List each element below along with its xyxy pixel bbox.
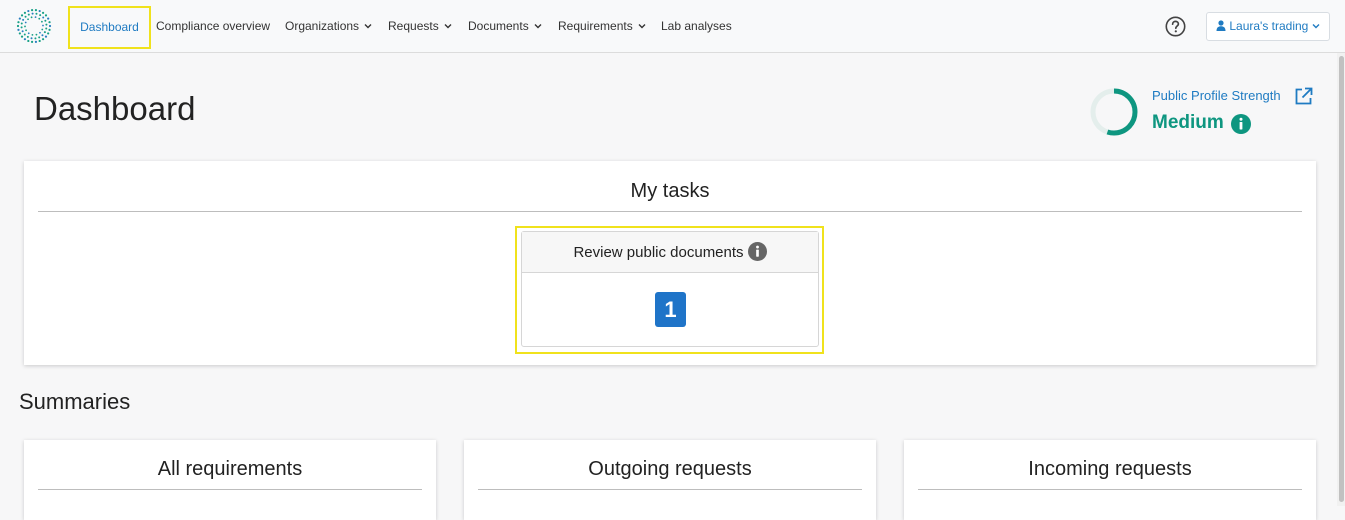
divider bbox=[38, 489, 422, 490]
external-link-icon[interactable] bbox=[1294, 87, 1313, 106]
summary-card-all-requirements: All requirements bbox=[24, 440, 436, 520]
user-icon bbox=[1216, 20, 1226, 32]
task-tile-label: Review public documents bbox=[573, 244, 744, 261]
chevron-down-icon bbox=[534, 23, 542, 29]
task-tile-header: Review public documents bbox=[522, 232, 818, 273]
scrollbar-thumb[interactable] bbox=[1339, 56, 1344, 502]
chevron-down-icon bbox=[638, 23, 646, 29]
task-tile-review-public-documents[interactable]: Review public documents 1 bbox=[521, 231, 819, 347]
profile-strength-gauge bbox=[1090, 88, 1138, 136]
summary-card-outgoing-requests: Outgoing requests bbox=[464, 440, 876, 520]
chevron-down-icon bbox=[364, 23, 372, 29]
nav-documents-label: Documents bbox=[468, 19, 529, 33]
nav-dashboard[interactable]: Dashboard bbox=[68, 6, 151, 49]
nav-requirements[interactable]: Requirements bbox=[558, 0, 646, 53]
organization-label: Laura's trading bbox=[1229, 19, 1309, 33]
top-navbar: Dashboard Compliance overview Organizati… bbox=[0, 0, 1345, 53]
organization-dropdown[interactable]: Laura's trading bbox=[1206, 12, 1330, 41]
info-icon[interactable] bbox=[1231, 114, 1251, 134]
nav-lab-analyses[interactable]: Lab analyses bbox=[661, 0, 732, 53]
summary-card-title: Outgoing requests bbox=[588, 458, 752, 480]
my-tasks-title: My tasks bbox=[630, 180, 710, 202]
nav-organizations[interactable]: Organizations bbox=[285, 0, 372, 53]
nav-compliance-overview-label: Compliance overview bbox=[156, 19, 271, 33]
summary-card-incoming-requests: Incoming requests bbox=[904, 440, 1316, 520]
info-icon[interactable] bbox=[747, 241, 767, 261]
summary-card-title: Incoming requests bbox=[1028, 458, 1192, 480]
nav-lab-analyses-label: Lab analyses bbox=[661, 19, 732, 33]
chevron-down-icon bbox=[1312, 23, 1320, 29]
nav-compliance-overview[interactable]: Compliance overview bbox=[156, 0, 270, 53]
nav-requests-label: Requests bbox=[388, 19, 439, 33]
page-title: Dashboard bbox=[34, 90, 196, 127]
help-icon[interactable] bbox=[1165, 16, 1186, 37]
divider bbox=[478, 489, 862, 490]
nav-documents[interactable]: Documents bbox=[468, 0, 542, 53]
nav-organizations-label: Organizations bbox=[285, 19, 360, 33]
profile-strength-value: Medium bbox=[1152, 112, 1224, 133]
nav-requests[interactable]: Requests bbox=[388, 0, 452, 53]
nav-requirements-label: Requirements bbox=[558, 19, 633, 33]
nav-dashboard-label: Dashboard bbox=[80, 20, 139, 34]
summaries-heading: Summaries bbox=[19, 389, 131, 414]
profile-strength-link[interactable]: Public Profile Strength bbox=[1152, 88, 1281, 103]
task-count-badge[interactable]: 1 bbox=[655, 292, 686, 327]
logo-icon[interactable] bbox=[16, 8, 52, 44]
divider bbox=[38, 211, 1302, 212]
summary-card-title: All requirements bbox=[157, 458, 303, 480]
chevron-down-icon bbox=[444, 23, 452, 29]
divider bbox=[918, 489, 1302, 490]
